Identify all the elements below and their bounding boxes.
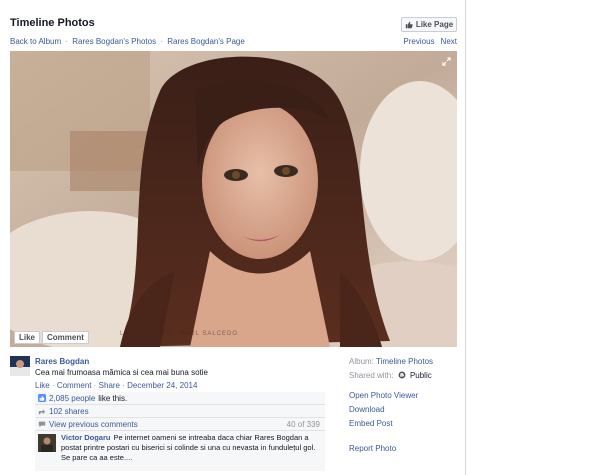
feedback-box: 2,085 people like this. 102 shares View … bbox=[35, 392, 325, 471]
shared-with-label: Shared with: bbox=[349, 371, 394, 380]
likes-text: like this. bbox=[98, 393, 128, 403]
view-previous-comments-link[interactable]: View previous comments bbox=[49, 420, 138, 429]
previous-link[interactable]: Previous bbox=[403, 37, 434, 46]
photo-comment-button[interactable]: Comment bbox=[42, 331, 89, 344]
likes-row: 2,085 people like this. bbox=[35, 392, 325, 405]
globe-icon bbox=[398, 371, 406, 379]
menu-spacer bbox=[349, 433, 433, 439]
back-to-album-link[interactable]: Back to Album bbox=[10, 37, 61, 46]
main-photo[interactable]: LAURA BALCU - PAUL SALCEDO Like Comment bbox=[10, 51, 457, 347]
photo-nav: Previous Next bbox=[403, 37, 457, 46]
commenter-avatar[interactable] bbox=[38, 434, 56, 452]
commenter-name[interactable]: Victor Dogaru bbox=[61, 433, 110, 442]
shares-row: 102 shares bbox=[35, 405, 325, 418]
comment-count: 40 of 339 bbox=[286, 419, 320, 429]
likes-count-link[interactable]: 2,085 people bbox=[49, 394, 95, 403]
breadcrumb-separator: · bbox=[65, 37, 69, 46]
post-like-link[interactable]: Like bbox=[35, 381, 50, 390]
action-separator: · bbox=[93, 381, 97, 390]
action-separator: · bbox=[51, 381, 55, 390]
comment-icon bbox=[38, 421, 46, 428]
breadcrumb-separator: · bbox=[160, 37, 163, 46]
shares-link[interactable]: 102 shares bbox=[49, 407, 89, 416]
embed-post-link[interactable]: Embed Post bbox=[349, 419, 433, 428]
photo-sidebar: Album: Timeline Photos Shared with: Publ… bbox=[349, 357, 433, 458]
post-share-link[interactable]: Share bbox=[99, 381, 120, 390]
photo-options-menu: Open Photo Viewer Download Embed Post Re… bbox=[349, 391, 433, 453]
photo-like-button[interactable]: Like bbox=[14, 331, 41, 344]
comment-item: Victor Dogaru Pe internet oameni se intre… bbox=[35, 431, 325, 471]
photo-watermark: LAURA BALCU - PAUL SALCEDO bbox=[120, 331, 239, 337]
album-link[interactable]: Timeline Photos bbox=[376, 357, 433, 366]
post-date[interactable]: December 24, 2014 bbox=[127, 381, 197, 390]
photos-link[interactable]: Rares Bogdan's Photos bbox=[72, 37, 156, 46]
thumbs-up-icon bbox=[405, 21, 413, 28]
action-separator: · bbox=[122, 381, 125, 390]
page-title: Timeline Photos bbox=[10, 17, 95, 29]
open-photo-viewer-link[interactable]: Open Photo Viewer bbox=[349, 391, 433, 400]
privacy-row: Shared with: Public bbox=[349, 371, 433, 380]
photo-actions: Like Comment bbox=[14, 331, 89, 344]
breadcrumb: Back to Album · Rares Bogdan's Photos · … bbox=[10, 37, 245, 46]
post-actions: Like · Comment · Share · December 24, 20… bbox=[35, 381, 197, 390]
next-link[interactable]: Next bbox=[441, 37, 457, 46]
author-avatar[interactable] bbox=[10, 356, 30, 376]
share-icon bbox=[38, 409, 46, 415]
post-comment-link[interactable]: Comment bbox=[57, 381, 92, 390]
comment-body: Victor Dogaru Pe internet oameni se intre… bbox=[61, 433, 319, 463]
portrait-image bbox=[10, 51, 457, 347]
album-label: Album: bbox=[349, 357, 374, 366]
album-row: Album: Timeline Photos bbox=[349, 357, 433, 366]
privacy-value[interactable]: Public bbox=[410, 371, 432, 380]
like-page-button[interactable]: Like Page bbox=[401, 17, 457, 32]
view-previous-row: View previous comments 40 of 339 bbox=[35, 418, 325, 431]
commenter-avatar-image bbox=[38, 434, 56, 452]
download-link[interactable]: Download bbox=[349, 405, 433, 414]
page-link[interactable]: Rares Bogdan's Page bbox=[167, 37, 245, 46]
avatar-image bbox=[10, 356, 30, 376]
expand-icon[interactable] bbox=[442, 57, 451, 66]
thumbs-up-icon bbox=[38, 394, 46, 402]
report-photo-link[interactable]: Report Photo bbox=[349, 444, 433, 453]
post-author[interactable]: Rares Bogdan bbox=[35, 357, 89, 366]
post-caption: Cea mai frumoasa mămica si cea mai buna … bbox=[35, 368, 208, 377]
like-page-label: Like Page bbox=[415, 20, 454, 29]
